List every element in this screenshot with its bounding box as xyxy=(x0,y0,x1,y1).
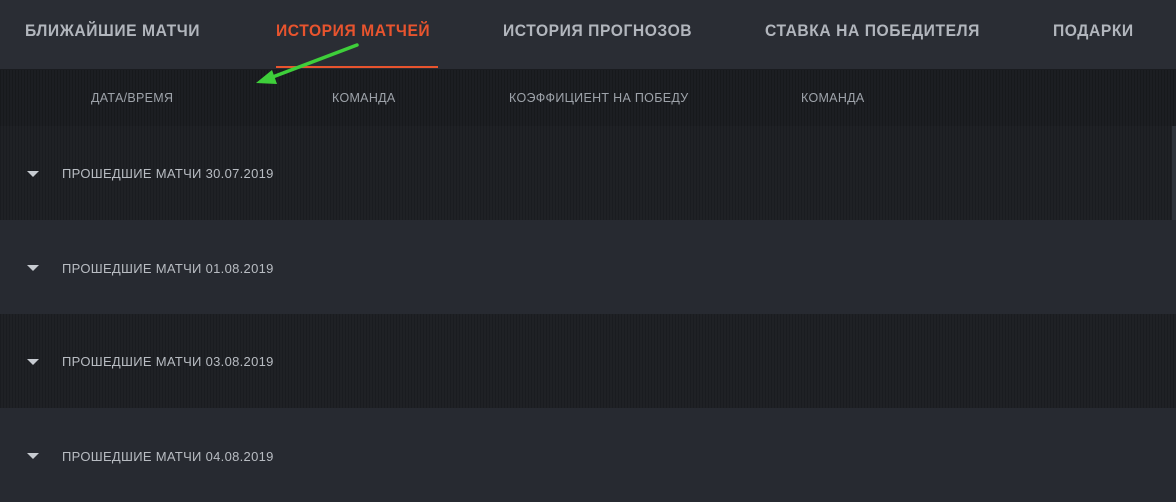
tab-prediction-history[interactable]: ИСТОРИЯ ПРОГНОЗОВ xyxy=(503,0,692,70)
match-group-row[interactable]: ПРОШЕДШИЕ МАТЧИ 30.07.2019 xyxy=(0,126,1176,220)
column-header-team-1: КОМАНДА xyxy=(332,91,396,105)
active-tab-underline xyxy=(276,66,438,68)
match-group-label: ПРОШЕДШИЕ МАТЧИ 30.07.2019 xyxy=(62,166,274,181)
match-group-row[interactable]: ПРОШЕДШИЕ МАТЧИ 03.08.2019 xyxy=(0,314,1176,408)
caret-down-icon xyxy=(27,171,39,177)
caret-down-icon xyxy=(27,453,39,459)
table-column-header: ДАТА/ВРЕМЯ КОМАНДА КОЭФФИЦИЕНТ НА ПОБЕДУ… xyxy=(0,70,1176,126)
row-edge xyxy=(1172,126,1176,220)
column-header-win-odds: КОЭФФИЦИЕНТ НА ПОБЕДУ xyxy=(509,91,689,105)
tab-winner-bet[interactable]: СТАВКА НА ПОБЕДИТЕЛЯ xyxy=(765,0,980,70)
match-group-label: ПРОШЕДШИЕ МАТЧИ 01.08.2019 xyxy=(62,261,274,276)
match-group-label: ПРОШЕДШИЕ МАТЧИ 04.08.2019 xyxy=(62,449,274,464)
column-header-team-2: КОМАНДА xyxy=(801,91,865,105)
match-group-label: ПРОШЕДШИЕ МАТЧИ 03.08.2019 xyxy=(62,354,274,369)
tab-match-history[interactable]: ИСТОРИЯ МАТЧЕЙ xyxy=(276,0,430,70)
caret-down-icon xyxy=(27,265,39,271)
column-header-datetime: ДАТА/ВРЕМЯ xyxy=(91,91,174,105)
caret-down-icon xyxy=(27,359,39,365)
tab-gifts[interactable]: ПОДАРКИ xyxy=(1053,0,1134,70)
match-group-row[interactable]: ПРОШЕДШИЕ МАТЧИ 04.08.2019 xyxy=(0,408,1176,502)
match-group-row[interactable]: ПРОШЕДШИЕ МАТЧИ 01.08.2019 xyxy=(0,220,1176,314)
top-navigation: БЛИЖАЙШИЕ МАТЧИ ИСТОРИЯ МАТЧЕЙ ИСТОРИЯ П… xyxy=(0,0,1176,70)
tab-upcoming-matches[interactable]: БЛИЖАЙШИЕ МАТЧИ xyxy=(25,0,200,70)
